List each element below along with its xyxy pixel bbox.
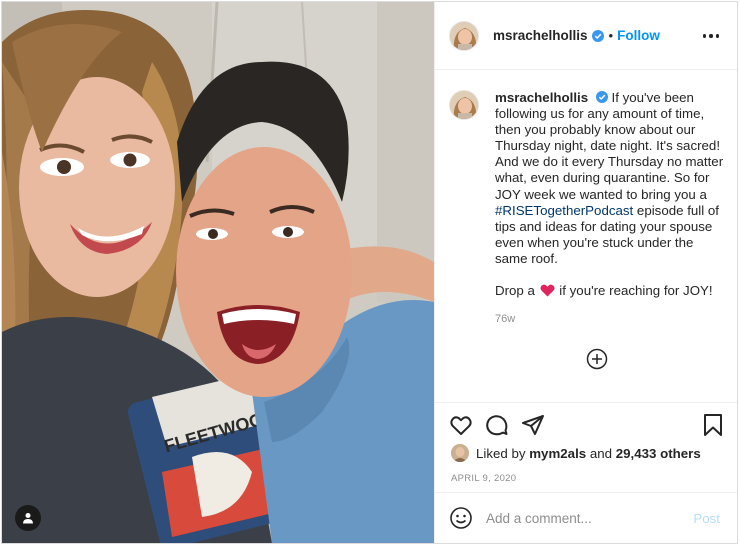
caption-joy-prefix: Drop a: [495, 283, 539, 299]
user-tag-button[interactable]: [15, 505, 41, 531]
profile-avatar-image: [450, 91, 478, 119]
post-date[interactable]: APRIL 9, 2020: [451, 473, 516, 484]
verified-badge-icon: [591, 29, 604, 42]
verified-badge-icon: [595, 91, 608, 103]
add-comment-bar: Post: [435, 492, 737, 543]
more-options-icon[interactable]: [699, 26, 723, 46]
caption-joy-suffix: if you're reaching for JOY!: [555, 283, 713, 299]
caption-body: If you've been following us for any amou…: [495, 90, 724, 202]
caption-text: msrachelhollis If you've been following …: [495, 90, 725, 315]
heart-outline-icon[interactable]: [449, 413, 473, 437]
hashtag-link[interactable]: #RISETogetherPodcast: [495, 203, 633, 218]
post-header: msrachelhollis • Follow: [435, 2, 737, 70]
likes-text: Liked by mym2als and 29,433 others: [476, 446, 701, 461]
likes-count-link[interactable]: 29,433 others: [616, 446, 701, 461]
post-comment-button[interactable]: Post: [693, 511, 720, 526]
comment-bubble-icon[interactable]: [485, 413, 509, 437]
header-username-link[interactable]: msrachelhollis: [493, 28, 588, 43]
red-heart-emoji-icon: [540, 284, 555, 297]
post-details-panel: msrachelhollis • Follow msrachelhollis I…: [434, 2, 737, 543]
liker-avatar[interactable]: [451, 444, 469, 462]
likes-summary: Liked by mym2als and 29,433 others: [451, 444, 701, 462]
instagram-post-embed: FLEETWOOD msrachelhollis • Follow msrach…: [1, 1, 738, 544]
liker-username-link[interactable]: mym2als: [529, 446, 586, 461]
comment-input[interactable]: [486, 510, 676, 526]
smiley-icon[interactable]: [449, 506, 473, 530]
action-bar: [435, 402, 737, 445]
couple-selfie-image: FLEETWOOD: [2, 2, 434, 543]
caption-timestamp[interactable]: 76w: [495, 313, 515, 325]
likes-and: and: [586, 445, 616, 461]
user-tag-icon: [23, 513, 33, 524]
header-separator: •: [608, 28, 614, 43]
post-photo[interactable]: FLEETWOOD: [2, 2, 434, 543]
avatar[interactable]: [449, 20, 479, 51]
liker-avatar-image: [451, 444, 469, 462]
paper-plane-icon[interactable]: [521, 413, 545, 437]
likes-prefix: Liked by: [476, 445, 530, 461]
profile-avatar-image: [450, 21, 478, 50]
caption-username-link[interactable]: msrachelhollis: [495, 90, 588, 105]
plus-circle-icon[interactable]: [586, 348, 608, 370]
follow-button[interactable]: Follow: [617, 28, 660, 43]
bookmark-icon[interactable]: [701, 413, 725, 437]
avatar[interactable]: [449, 90, 479, 120]
